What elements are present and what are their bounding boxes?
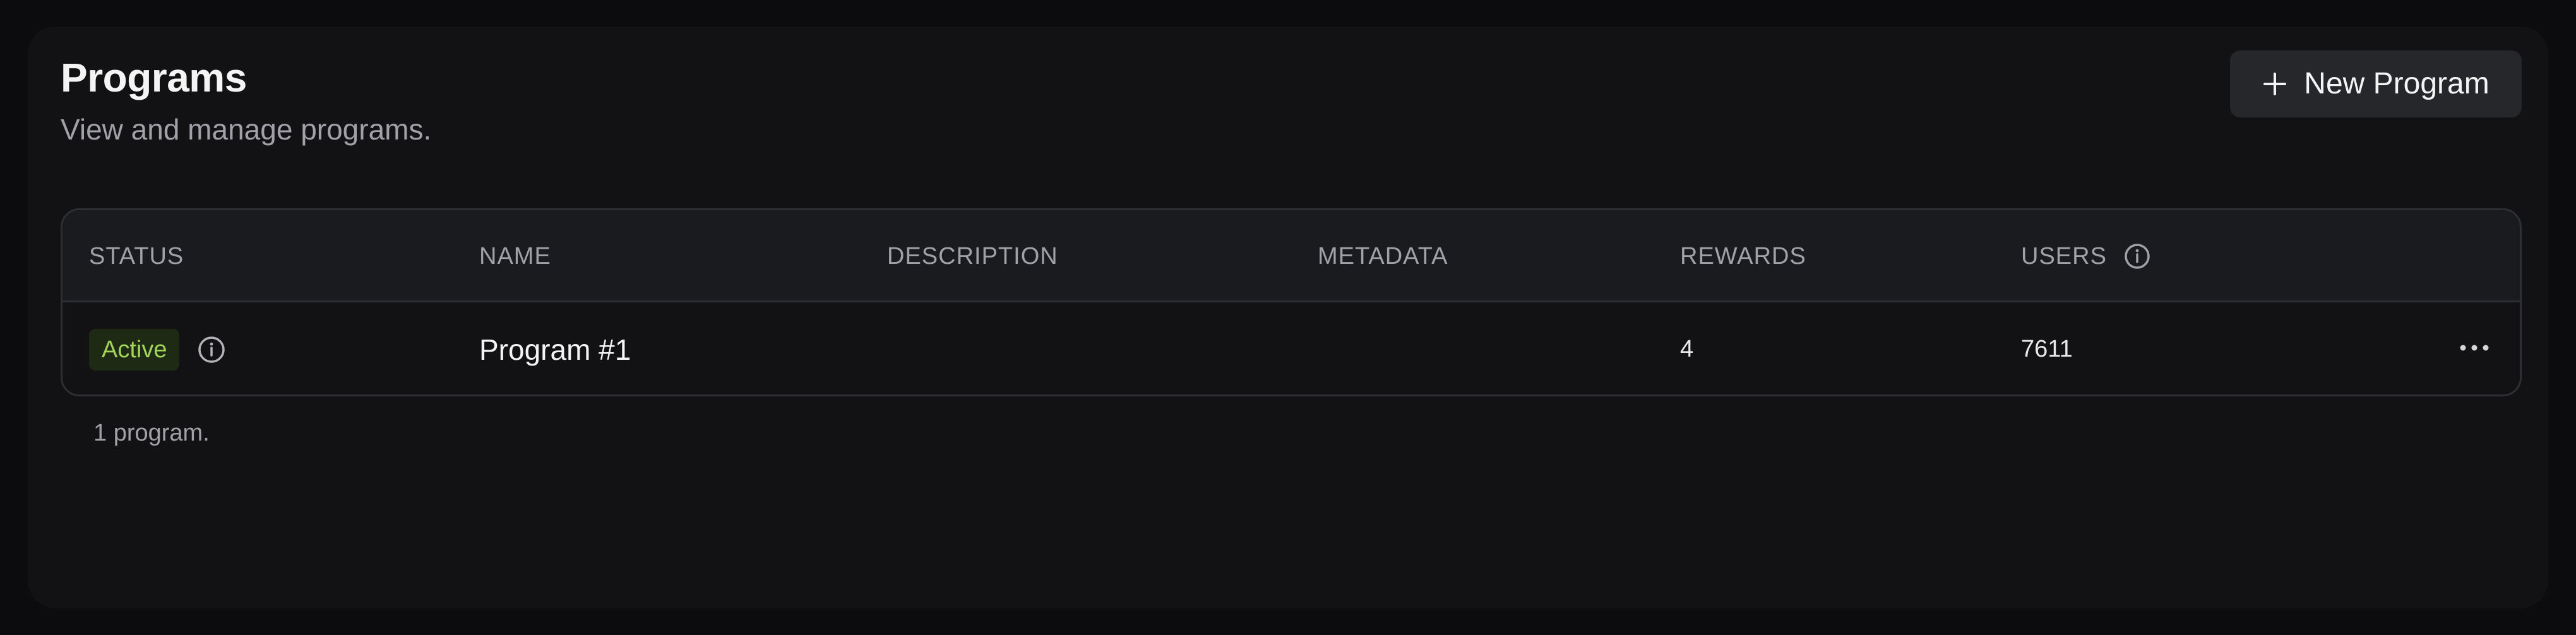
column-header-name[interactable]: NAME xyxy=(479,210,551,302)
column-header-status[interactable]: STATUS xyxy=(89,210,184,302)
column-header-rewards[interactable]: REWARDS xyxy=(1680,210,1806,302)
more-horizontal-icon xyxy=(2459,343,2490,356)
users-info-icon[interactable] xyxy=(2123,242,2151,270)
table-header-row: STATUS NAME DESCRIPTION METADATA REWARDS… xyxy=(63,210,2520,302)
column-header-name-label: NAME xyxy=(479,242,551,270)
page-title: Programs xyxy=(61,55,247,100)
column-header-users[interactable]: USERS xyxy=(2021,210,2151,302)
column-header-users-label: USERS xyxy=(2021,242,2107,270)
page-subtitle: View and manage programs. xyxy=(61,113,432,146)
new-program-button[interactable]: New Program xyxy=(2230,50,2522,117)
column-header-metadata-label: METADATA xyxy=(1318,242,1448,270)
status-badge: Active xyxy=(89,328,180,371)
name-cell: Program #1 xyxy=(479,333,631,366)
users-cell: 7611 xyxy=(2021,336,2073,362)
program-count: 1 program. xyxy=(93,420,210,446)
column-header-metadata[interactable]: METADATA xyxy=(1318,210,1448,302)
page-header: Programs View and manage programs. xyxy=(61,49,431,153)
column-header-rewards-label: REWARDS xyxy=(1680,242,1806,270)
column-header-description[interactable]: DESCRIPTION xyxy=(887,210,1058,302)
table-row[interactable]: Active Program #1 4 7611 xyxy=(63,302,2520,395)
programs-table: STATUS NAME DESCRIPTION METADATA REWARDS… xyxy=(61,208,2522,396)
status-cell: Active xyxy=(89,302,226,395)
status-info-icon[interactable] xyxy=(197,335,226,364)
new-program-label: New Program xyxy=(2304,67,2490,100)
column-header-description-label: DESCRIPTION xyxy=(887,242,1058,270)
column-header-status-label: STATUS xyxy=(89,242,184,270)
plus-icon xyxy=(2262,71,2287,97)
row-actions-button[interactable] xyxy=(2459,302,2490,395)
rewards-cell: 4 xyxy=(1680,336,1694,362)
